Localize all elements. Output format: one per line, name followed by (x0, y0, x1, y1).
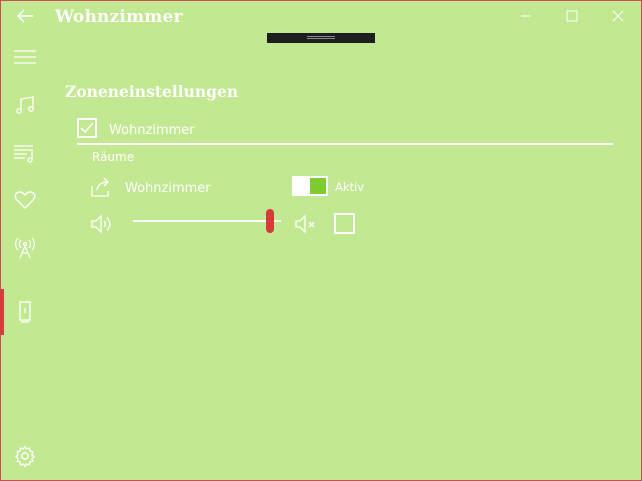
volume-icon[interactable] (90, 213, 114, 235)
active-toggle[interactable] (292, 176, 328, 196)
speaker-device-icon[interactable] (12, 299, 38, 325)
maximize-icon (566, 7, 578, 26)
section-title: Zoneneinstellungen (65, 82, 239, 101)
slider-thumb[interactable] (266, 209, 274, 233)
close-button[interactable] (595, 0, 641, 32)
slider-fill (133, 220, 266, 222)
room-name: Wohnzimmer (125, 181, 211, 196)
volume-slider[interactable] (133, 209, 281, 233)
playlist-icon[interactable] (12, 140, 38, 166)
mute-icon[interactable] (294, 213, 318, 235)
radio-tower-icon[interactable] (12, 235, 38, 261)
hamburger-icon[interactable] (12, 44, 38, 70)
checkmark-icon (80, 119, 94, 138)
drag-handle[interactable] (267, 33, 375, 43)
music-note-icon[interactable] (12, 92, 38, 118)
settings-gear-icon[interactable] (12, 443, 38, 469)
zone-checkbox[interactable] (77, 118, 97, 138)
back-arrow-icon[interactable] (14, 5, 36, 27)
close-icon (612, 7, 624, 26)
app-window (0, 0, 642, 481)
minimize-button[interactable] (503, 0, 549, 32)
divider (77, 143, 613, 145)
window-title: Wohnzimmer (55, 7, 183, 27)
toggle-label: Aktiv (335, 180, 365, 194)
heart-icon[interactable] (12, 187, 38, 213)
toggle-knob (310, 178, 326, 194)
nav-selected-indicator (0, 289, 4, 335)
share-icon[interactable] (90, 176, 112, 198)
zone-label: Wohnzimmer (109, 123, 195, 138)
maximize-button[interactable] (549, 0, 595, 32)
rooms-label: Räume (92, 150, 135, 164)
minimize-icon (520, 7, 532, 26)
title-bar: Wohnzimmer (0, 0, 642, 34)
mute-checkbox[interactable] (334, 213, 355, 234)
